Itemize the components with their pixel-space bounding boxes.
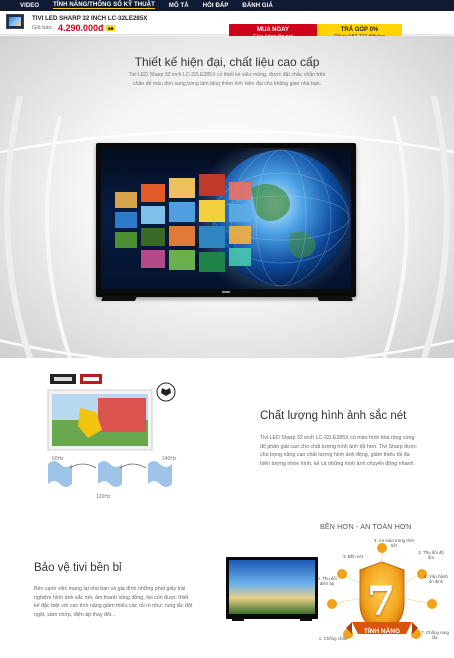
tv-stand-right [317,296,353,301]
nav-reviews[interactable]: ĐÁNH GIÁ [242,3,272,9]
hero-description: Tivi LED Sharp 32 inch LC-32LE285X có th… [128,72,326,87]
nav-description[interactable]: MÔ TẢ [169,3,189,9]
nav-specs[interactable]: TÍNH NĂNG/THÔNG SỐ KỸ THUẬT [53,2,155,9]
badge-number: 7 [367,578,395,625]
small-tv-image [226,557,318,619]
price-badge: ■■ [106,25,116,31]
product-price: 4.290.000đ [58,23,104,33]
feature-2: 2. Thu đổi độ ẩm [418,550,444,560]
feature-1: 1. Chống chấn [318,636,348,641]
hero-title: Thiết kế hiện đại, chất liệu cao cấp [134,55,320,69]
feature-5: 5. Thu đổi điện áp [317,576,337,586]
section-image-quality-title: Chất lượng hình ảnh sắc nét [260,410,407,422]
badge-caption: TÍNH NĂNG [363,628,401,635]
hero-tv [96,143,356,297]
feature-4: 4. An toàn trong thời tiết [374,538,414,548]
small-tv-stand-right [300,618,312,621]
feature-7: 7. Chống rung lắc [421,630,449,640]
price-label: Giá bán: [32,25,54,31]
product-name: TIVI LED SHARP 32 INCH LC-32LE285X [32,15,148,22]
hz-label-60: 60Hz [52,456,64,462]
durability-badge-title: BỀN HƠN - AN TOÀN HƠN [320,524,412,531]
tv-brand-logo [222,291,230,293]
section-durability-text: Bên cạnh việc mang lại cho bạn và gia đì… [34,586,193,618]
hz-label-120: 120Hz [96,494,111,500]
product-thumbnail [6,14,24,29]
small-tv-screen [229,560,315,614]
nav-qa[interactable]: HỎI ĐÁP [203,3,229,9]
section-image-quality-text: Tivi LED Sharp 32 inch LC-32LE285X có mà… [260,435,417,467]
tv-screen-globe [101,148,351,289]
installment-label: TRẢ GÓP 0% [340,27,379,33]
nav-video[interactable]: VIDEO [20,3,39,9]
product-bar: TIVI LED SHARP 32 INCH LC-32LE285X Giá b… [0,11,454,45]
image-quality-illustration: 60Hz 120Hz 240Hz [47,374,177,500]
section-durability-title: Bảo vệ tivi bền bỉ [34,562,122,574]
buy-now-label: MUA NGAY [257,27,289,33]
feature-6: 6. Vận hành ổn định [424,574,448,584]
hz-label-240: 240Hz [162,456,177,462]
small-tv-stand-left [232,618,244,621]
top-nav: VIDEO TÍNH NĂNG/THÔNG SỐ KỸ THUẬT MÔ TẢ … [0,0,454,11]
tv-stand-left [101,296,137,301]
feature-3: 3. Bền nét [342,554,364,559]
